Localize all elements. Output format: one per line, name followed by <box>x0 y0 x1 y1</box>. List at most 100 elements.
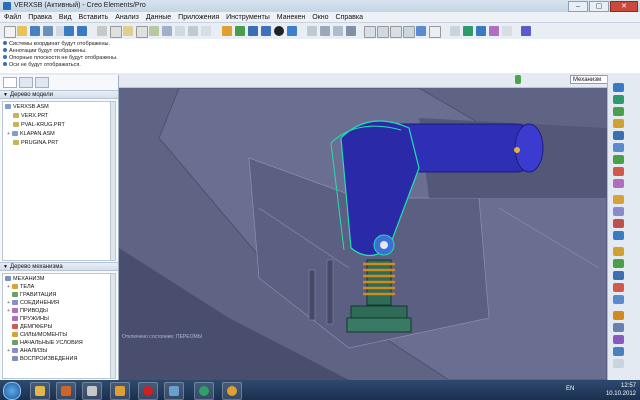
folder-icon[interactable] <box>30 382 50 400</box>
menu-data[interactable]: Данные <box>146 12 171 22</box>
mech-item-root[interactable]: МЕХАНИЗМ <box>5 276 44 283</box>
paste-special-icon[interactable] <box>136 26 148 38</box>
reorient-icon[interactable] <box>261 26 271 36</box>
opera-icon[interactable] <box>138 382 158 400</box>
tab-folder-browser[interactable] <box>19 77 33 88</box>
mech-item[interactable]: ДЕМПФЕРЫ <box>12 324 52 331</box>
datum-planes-icon[interactable] <box>364 26 376 38</box>
datum-points-icon[interactable] <box>390 26 402 38</box>
mechanism-drag-icon[interactable] <box>463 26 473 36</box>
bushing-icon[interactable] <box>613 219 624 228</box>
tree-item[interactable]: PRUGINA.PRT <box>13 140 59 147</box>
creo-icon[interactable] <box>194 382 214 400</box>
app-icon[interactable] <box>82 382 102 400</box>
select-box-icon[interactable] <box>188 26 198 36</box>
chrome-icon[interactable] <box>222 382 242 400</box>
mass-properties-icon[interactable] <box>613 271 624 280</box>
views-icon[interactable] <box>287 26 297 36</box>
coordinate-systems-icon[interactable] <box>403 26 415 38</box>
paste-icon[interactable] <box>123 26 133 36</box>
menu-applications[interactable]: Приложения <box>178 12 219 22</box>
playback-icon[interactable] <box>613 295 624 304</box>
menu-help[interactable]: Справка <box>336 12 363 22</box>
sketch-icon[interactable] <box>450 26 460 36</box>
no-hidden-icon[interactable] <box>333 26 343 36</box>
open-icon[interactable] <box>17 26 27 36</box>
model-tree-header[interactable]: ▼ Дерево модели <box>0 90 118 99</box>
belt-icon[interactable] <box>613 143 624 152</box>
spin-center-icon[interactable] <box>429 26 441 38</box>
servo-motor-icon[interactable] <box>613 167 624 176</box>
close-button[interactable]: ✕ <box>610 1 638 12</box>
regenerate-icon[interactable] <box>149 26 159 36</box>
undo-icon[interactable] <box>64 26 74 36</box>
minimize-button[interactable]: – <box>568 1 588 12</box>
hidden-line-icon[interactable] <box>320 26 330 36</box>
annotations-icon[interactable] <box>416 26 426 36</box>
more-icon[interactable] <box>613 359 624 368</box>
language-indicator[interactable]: EN <box>566 386 574 392</box>
menu-view[interactable]: Вид <box>59 12 72 22</box>
tree-item[interactable]: PVAL-KRUG.PRT <box>13 122 65 129</box>
motion-envelope-icon[interactable] <box>613 335 624 344</box>
select-icon[interactable] <box>175 26 185 36</box>
matlab-icon[interactable] <box>56 382 76 400</box>
menu-file[interactable]: Файл <box>4 12 21 22</box>
mech-item[interactable]: + СОЕДИНЕНИЯ <box>7 300 59 307</box>
shaded-icon[interactable] <box>346 26 356 36</box>
mech-item[interactable]: ГРАВИТАЦИЯ <box>12 292 56 299</box>
tree-item[interactable]: + KLAPAN.ASM <box>7 131 55 138</box>
menu-edit[interactable]: Правка <box>28 12 52 22</box>
clock[interactable]: 12:57 10.10.2012 <box>606 382 636 398</box>
damper-icon[interactable] <box>613 207 624 216</box>
new-icon[interactable] <box>4 26 16 38</box>
cut-icon[interactable] <box>97 26 107 36</box>
mech-item[interactable]: + ТЕЛА <box>7 284 34 291</box>
explorer-icon[interactable] <box>110 382 130 400</box>
mech-item[interactable]: + ПРИВОДЫ <box>7 308 48 315</box>
motor-icon[interactable] <box>489 26 499 36</box>
force-icon[interactable] <box>613 231 624 240</box>
initial-condition-icon[interactable] <box>613 259 624 268</box>
scrollbar[interactable] <box>110 102 115 260</box>
wireframe-icon[interactable] <box>307 26 317 36</box>
mech-item[interactable]: СИЛЫ/МОМЕНТЫ <box>12 332 67 339</box>
menu-tools[interactable]: Инструменты <box>226 12 270 22</box>
more-tools-icon[interactable] <box>502 26 512 36</box>
start-icon[interactable] <box>3 382 21 400</box>
3d-contact-icon[interactable] <box>613 155 624 164</box>
analysis-icon[interactable] <box>613 283 624 292</box>
media-icon[interactable] <box>164 382 184 400</box>
mech-item[interactable]: НАЧАЛЬНЫЕ УСЛОВИЯ <box>12 340 83 347</box>
mech-item[interactable]: + АНАЛИЗЫ <box>7 348 47 355</box>
refit-icon[interactable] <box>222 26 232 36</box>
gear-icon[interactable] <box>613 131 624 140</box>
zoom-in-icon[interactable] <box>235 26 245 36</box>
slot-icon[interactable] <box>613 119 624 128</box>
menu-manikin[interactable]: Манекен <box>277 12 305 22</box>
gravity-icon[interactable] <box>613 247 624 256</box>
tree-item[interactable]: VERX.PRT <box>13 113 48 120</box>
mechanism-tree-header[interactable]: ▼ Дерево механизма <box>0 262 118 271</box>
mechanism-connect-icon[interactable] <box>613 83 624 92</box>
zoom-out-icon[interactable] <box>248 26 258 36</box>
shading-icon[interactable] <box>274 26 284 36</box>
spring-icon[interactable] <box>613 195 624 204</box>
find-icon[interactable] <box>162 26 172 36</box>
cam-icon[interactable] <box>613 107 624 116</box>
mech-item[interactable]: ВОСПРОИЗВЕДЕНИЯ <box>12 356 77 363</box>
context-help-icon[interactable] <box>521 26 531 36</box>
export-icon[interactable] <box>613 347 624 356</box>
measure-icon[interactable] <box>613 311 624 320</box>
mech-item[interactable]: ПРУЖИНЫ <box>12 316 49 323</box>
tab-model-tree[interactable] <box>3 77 17 88</box>
menu-window[interactable]: Окно <box>312 12 328 22</box>
save-icon[interactable] <box>30 26 40 36</box>
maximize-button[interactable]: ▢ <box>589 1 609 12</box>
force-motor-icon[interactable] <box>613 179 624 188</box>
trace-curve-icon[interactable] <box>613 323 624 332</box>
tab-favorites[interactable] <box>35 77 49 88</box>
scrollbar[interactable] <box>110 274 115 378</box>
connect-icon[interactable] <box>476 26 486 36</box>
datum-axes-icon[interactable] <box>377 26 389 38</box>
